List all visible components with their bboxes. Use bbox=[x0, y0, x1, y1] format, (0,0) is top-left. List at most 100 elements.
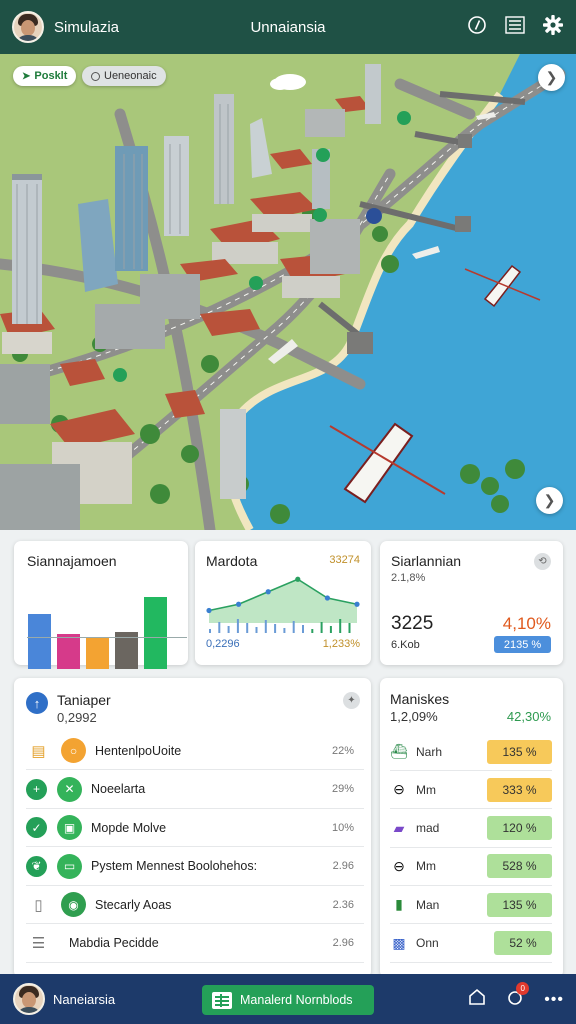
market-label: Onn bbox=[416, 936, 439, 950]
market-label: mad bbox=[416, 821, 440, 836]
task-status-icon: ▣ bbox=[57, 815, 82, 840]
summary-pill: 2135 % bbox=[494, 636, 551, 653]
cube-icon: ▩ bbox=[392, 934, 406, 951]
trend-point bbox=[265, 589, 271, 595]
trend-volume-bar bbox=[218, 622, 221, 633]
trend-top-value: 33274 bbox=[329, 554, 360, 566]
map-next-button-bottom[interactable]: ❯ bbox=[536, 487, 563, 514]
trend-volume-bar bbox=[339, 619, 342, 633]
task-value: 2.96 bbox=[332, 937, 354, 949]
trend-volume-bar bbox=[320, 622, 323, 633]
task-label: Stecarly Aoas bbox=[95, 897, 172, 912]
task-value: 29% bbox=[331, 783, 354, 795]
trend-volume-bar bbox=[329, 626, 332, 633]
market-row[interactable]: ⊖ Mm 333 % bbox=[390, 771, 552, 810]
list-icon: ☰ bbox=[31, 935, 46, 952]
trend-volume-bar bbox=[274, 624, 277, 633]
device-icon: ▯ bbox=[34, 896, 43, 914]
boat-icon: ⛴ bbox=[390, 743, 408, 759]
bar-3 bbox=[86, 638, 109, 669]
trend-volume-bar bbox=[264, 620, 267, 633]
ring-icon: ⊖ bbox=[393, 781, 405, 798]
footer-avatar[interactable] bbox=[13, 983, 45, 1015]
home-icon[interactable] bbox=[468, 988, 486, 1011]
trend-volume-bar bbox=[292, 621, 295, 633]
info-icon[interactable]: ↑ bbox=[26, 692, 48, 714]
trend-volume-bar bbox=[255, 627, 258, 633]
market-label: Mm bbox=[416, 859, 436, 874]
market-badge: 528 % bbox=[487, 854, 552, 879]
task-status-icon: ▭ bbox=[57, 853, 82, 879]
market-row[interactable]: ▩ Onn 52 % bbox=[390, 925, 552, 963]
market-row[interactable]: ⛴ Narh 135 % bbox=[390, 733, 552, 771]
chevron-right-icon: ❯ bbox=[543, 492, 556, 508]
task-value: 10% bbox=[331, 821, 354, 834]
market-row[interactable]: ⊖ Mm 528 % bbox=[390, 848, 552, 886]
task-row[interactable]: ✓ ▣ Mopde Molve 10% bbox=[26, 809, 364, 847]
task-row[interactable]: ❦ ▭ Pystem Mennest Boolohehos: 2.96 bbox=[26, 848, 364, 886]
more-icon[interactable]: ••• bbox=[544, 991, 564, 1009]
leaf-icon: ❦ bbox=[26, 855, 47, 877]
link-icon[interactable]: ⟲ bbox=[534, 553, 551, 570]
city-map[interactable] bbox=[0, 54, 576, 530]
market-badge: 135 % bbox=[487, 892, 552, 917]
trend-point bbox=[206, 607, 212, 614]
notifications-icon[interactable]: 0 bbox=[506, 982, 530, 1011]
task-label: HentenlpoUoite bbox=[95, 743, 182, 758]
trend-volume-bar bbox=[283, 628, 286, 633]
markets-title: Maniskes bbox=[390, 691, 450, 707]
plus-icon: + bbox=[26, 778, 47, 800]
trend-volume-bar bbox=[348, 623, 351, 633]
map-next-button-top[interactable]: ❯ bbox=[538, 64, 565, 91]
chevron-right-icon: ❯ bbox=[545, 69, 558, 85]
market-row[interactable]: ▰ mad 120 % bbox=[390, 810, 552, 848]
market-badge: 333 % bbox=[487, 777, 552, 802]
bottom-bar: Naneiarsia Manalerd Nornblods 0 ••• bbox=[0, 974, 576, 1024]
pin-icon[interactable]: ✦ bbox=[343, 692, 360, 709]
chip-primary-label: Posklt bbox=[34, 70, 68, 82]
market-label: Man bbox=[416, 897, 440, 912]
trend-point bbox=[354, 601, 360, 607]
manage-button[interactable]: Manalerd Nornblods bbox=[202, 985, 374, 1015]
task-row[interactable]: ▤ ○ HentenlpoUoite 22% bbox=[26, 732, 364, 770]
map-illustration bbox=[0, 54, 576, 530]
gear-icon[interactable] bbox=[542, 14, 564, 36]
top-bar: Simulazia Unnaiansia bbox=[0, 0, 576, 54]
task-status-icon: ✕ bbox=[57, 776, 82, 802]
stats-card-trend[interactable]: Mardota 33274 0,2296 1,233% bbox=[195, 541, 371, 665]
bar-chart: FAP8DEEEEIIIONIIP67A bbox=[27, 581, 187, 691]
flag-icon: ▰ bbox=[393, 819, 405, 836]
footer-actions: 0 ••• bbox=[468, 982, 564, 1011]
task-row[interactable]: + ✕ Noeelarta 29% bbox=[26, 771, 364, 809]
summary-sub: 2.1,8% bbox=[391, 572, 426, 584]
market-row[interactable]: ▮ Man 135 % bbox=[390, 886, 552, 925]
trend-volume-bar bbox=[311, 629, 314, 633]
market-badge: 135 % bbox=[487, 739, 552, 764]
card-title: Siarlannian bbox=[391, 553, 462, 569]
trend-point bbox=[236, 601, 242, 607]
stats-card-bars[interactable]: Siannajamoen FAP8DEEEEIIIONIIP67A bbox=[14, 541, 188, 691]
market-label: Narh bbox=[416, 744, 443, 759]
trend-right-value: 1,233% bbox=[322, 638, 360, 650]
trend-volume-bar bbox=[236, 619, 239, 633]
task-status-icon: ◉ bbox=[61, 892, 86, 917]
list-icon[interactable] bbox=[504, 14, 526, 36]
task-row[interactable]: ▯ ◉ Stecarly Aoas 2.36 bbox=[26, 886, 364, 924]
task-label: Mabdia Pecidde bbox=[69, 936, 159, 950]
task-status-icon: ○ bbox=[61, 738, 86, 763]
arrow-icon: ➤ bbox=[22, 70, 31, 82]
summary-pct: 4,10% bbox=[502, 614, 551, 633]
filter-chip-primary[interactable]: ➤ Posklt bbox=[13, 66, 77, 86]
manage-button-label: Manalerd Nornblods bbox=[240, 993, 353, 1007]
task-panel-value: 0,2992 bbox=[57, 710, 97, 725]
compass-icon[interactable] bbox=[466, 14, 488, 36]
trend-volume-bar bbox=[302, 625, 304, 633]
task-label: Pystem Mennest Boolohehos: bbox=[91, 859, 258, 873]
task-label: Mopde Molve bbox=[91, 820, 167, 835]
task-row[interactable]: ☰ Mabdia Pecidde 2.96 bbox=[26, 925, 364, 963]
markets-value-right: 42,30% bbox=[506, 709, 551, 724]
task-panel-title: Taniaper bbox=[57, 692, 111, 708]
grid-icon bbox=[212, 991, 232, 1009]
filter-chip-secondary[interactable]: Ueneonaic bbox=[82, 66, 166, 86]
stats-card-summary[interactable]: Siarlannian ⟲ 2.1,8% 3225 6.Kob 4,10% 21… bbox=[380, 541, 563, 665]
